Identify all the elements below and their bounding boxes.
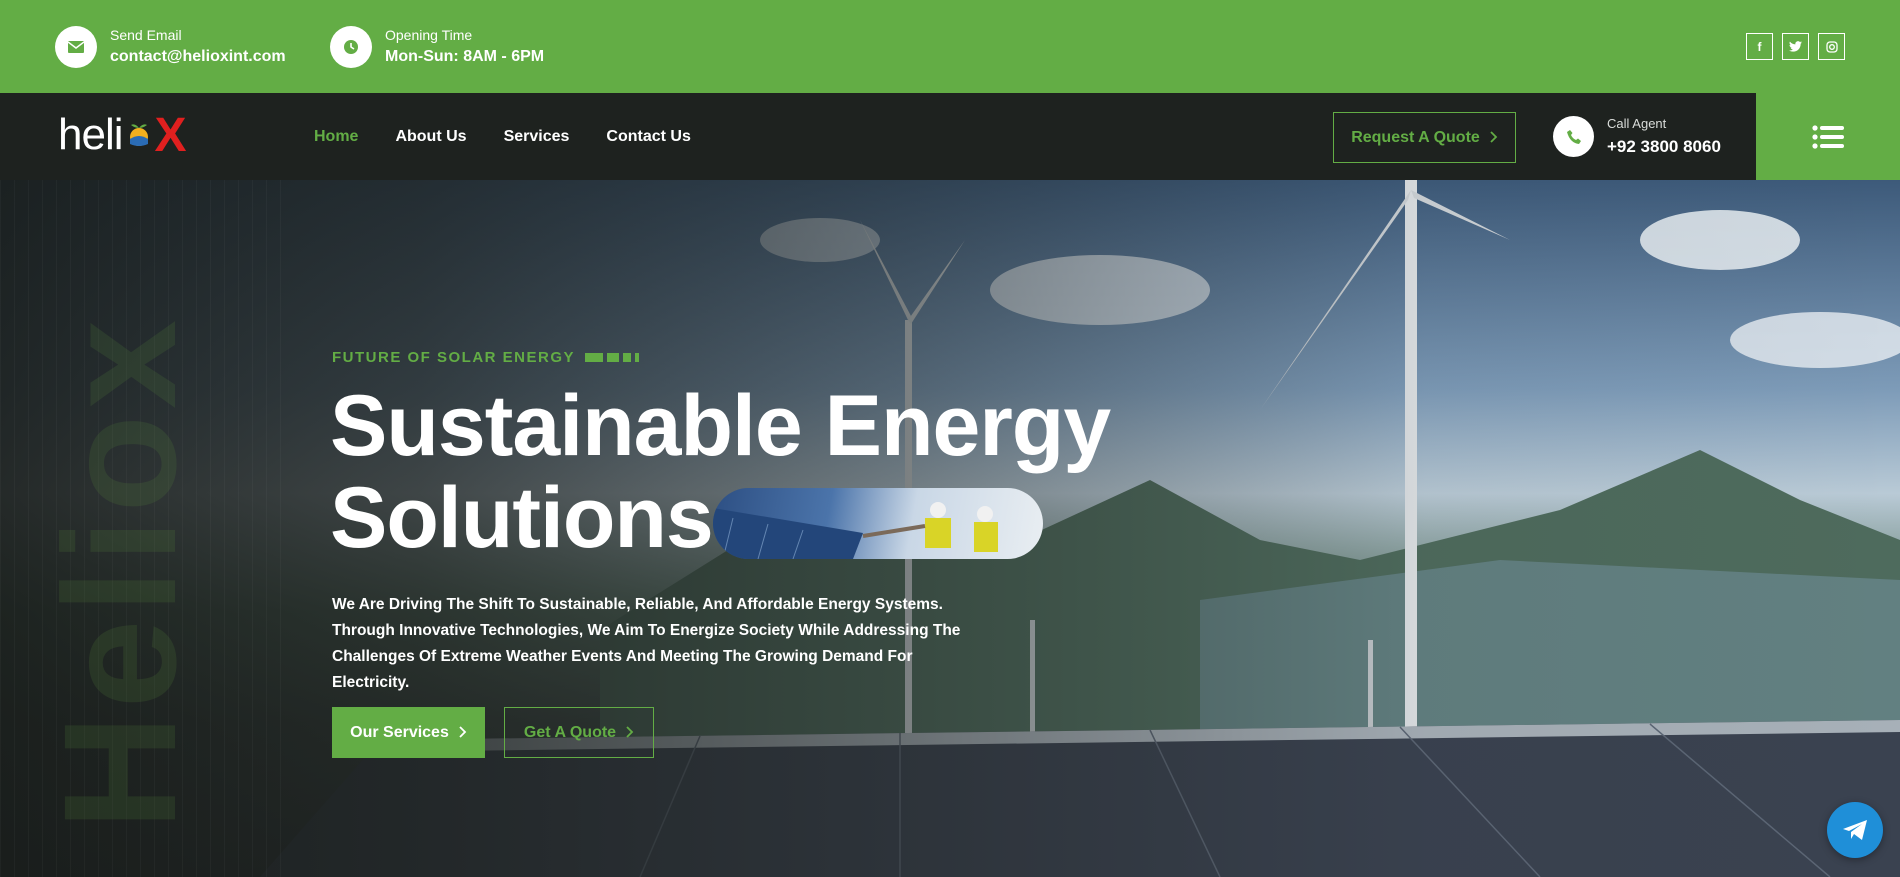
hero-watermark: Heliox: [30, 313, 209, 831]
chevron-right-icon: [626, 725, 634, 741]
get-a-quote-button[interactable]: Get A Quote: [504, 707, 654, 758]
nav-item-contact-us[interactable]: Contact Us: [606, 128, 690, 146]
top-info-bar: Send Email contact@helioxint.com Opening…: [0, 0, 1900, 93]
our-services-button[interactable]: Our Services: [332, 707, 485, 758]
twitter-icon[interactable]: [1782, 33, 1809, 60]
get-a-quote-label: Get A Quote: [523, 723, 617, 741]
hero-title-line1: Sustainable Energy: [330, 378, 1111, 474]
call-agent-label: Call Agent: [1607, 116, 1667, 131]
call-agent[interactable]: Call Agent +92 3800 8060: [1553, 93, 1721, 180]
logo-x: X: [154, 108, 187, 162]
nav-item-about-us[interactable]: About Us: [395, 128, 466, 146]
chevron-right-icon: [459, 725, 467, 741]
request-quote-label: Request A Quote: [1351, 128, 1480, 146]
nav-item-services[interactable]: Services: [504, 128, 570, 146]
eyebrow-bars-icon: [585, 353, 640, 362]
email-label: Send Email: [110, 27, 182, 43]
email-value[interactable]: contact@helioxint.com: [110, 48, 286, 66]
paper-plane-icon: [1843, 820, 1867, 840]
call-agent-number[interactable]: +92 3800 8060: [1607, 137, 1721, 157]
phone-icon: [1553, 116, 1594, 157]
clock-icon: [330, 25, 372, 68]
opening-time-value: Mon-Sun: 8AM - 6PM: [385, 48, 545, 65]
opening-time-label: Opening Time: [385, 27, 473, 43]
opening-time-info: Opening Time Mon-Sun: 8AM - 6PM: [330, 0, 544, 93]
our-services-label: Our Services: [350, 723, 449, 741]
envelope-icon: [55, 25, 97, 68]
logo-text: heli: [58, 110, 123, 159]
heliox-logo[interactable]: heli X: [58, 107, 187, 163]
hamburger-icon: [1812, 124, 1844, 149]
request-quote-button[interactable]: Request A Quote: [1333, 112, 1516, 163]
facebook-icon[interactable]: f: [1746, 33, 1773, 60]
social-links: f: [1746, 33, 1845, 60]
instagram-icon[interactable]: [1818, 33, 1845, 60]
hero-section: Heliox FUTURE OF SOLAR ENERGY Sustainabl…: [0, 180, 1900, 877]
menu-toggle-button[interactable]: [1756, 93, 1900, 180]
telegram-chat-button[interactable]: [1827, 802, 1883, 858]
hero-description: We Are Driving The Shift To Sustainable,…: [332, 596, 961, 691]
hero-eyebrow: FUTURE OF SOLAR ENERGY: [332, 349, 640, 366]
nav-item-home[interactable]: Home: [314, 128, 358, 146]
hero-eyebrow-text: FUTURE OF SOLAR ENERGY: [332, 349, 576, 366]
main-navbar: heli X Home About Us Services Contact Us…: [0, 93, 1756, 180]
email-info[interactable]: Send Email contact@helioxint.com: [55, 0, 286, 93]
nav-menu: Home About Us Services Contact Us: [314, 93, 691, 180]
hero-pill-image: [713, 488, 1043, 559]
chevron-right-icon: [1490, 130, 1498, 146]
logo-sun-icon: [129, 124, 148, 146]
